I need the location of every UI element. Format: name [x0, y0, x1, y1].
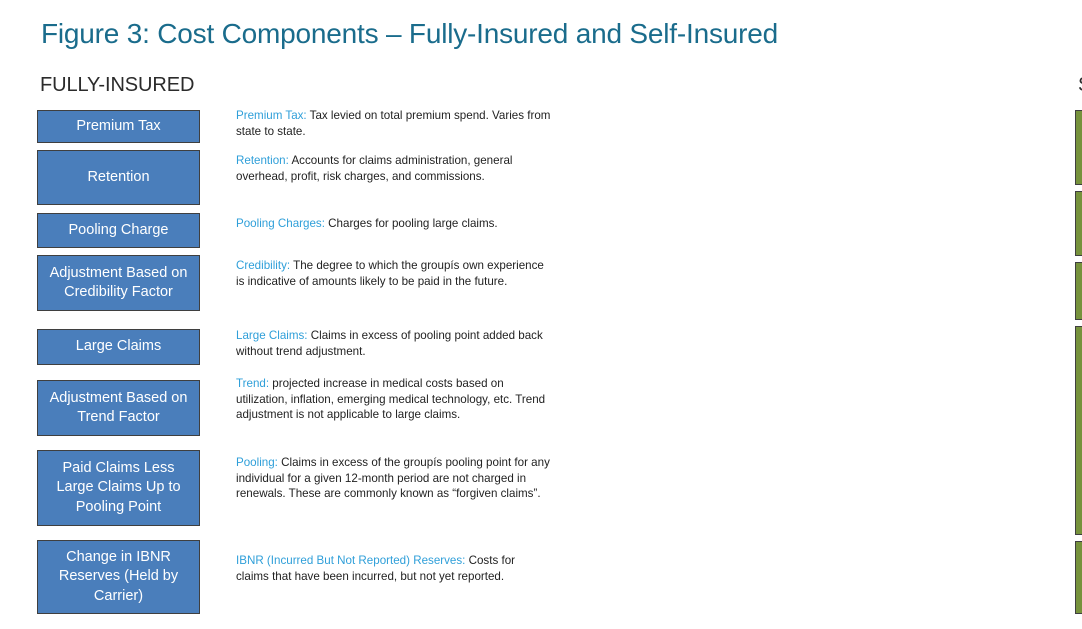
description-term: Credibility:: [236, 259, 291, 272]
description-pooling-charges: Pooling Charges: Charges for pooling lar…: [236, 216, 551, 232]
box-large-claims[interactable]: Large Claims: [37, 329, 200, 365]
description-large-claims: Large Claims: Claims in excess of poolin…: [236, 328, 551, 359]
box-paid-claims-less-large-claims[interactable]: Paid Claims Less Large Claims Up to Pool…: [37, 450, 200, 526]
description-term: Premium Tax:: [236, 109, 307, 122]
box-change-in-ibnr-reserves-carrier[interactable]: Change in IBNR Reserves (Held by Carrier…: [37, 540, 200, 614]
box-change-in-ibnr-reserves-employer[interactable]: Change in IBNR Reserves (Held by Employe…: [1075, 541, 1082, 614]
box-premium-tax[interactable]: Premium Tax: [37, 110, 200, 143]
box-label: Premium Tax: [76, 117, 161, 134]
box-label: Change in IBNR Reserves (Held by Carrier…: [58, 549, 179, 604]
description-term: Pooling Charges:: [236, 217, 325, 230]
box-label: Paid Claims Less Large Claims Up to Pool…: [56, 460, 181, 515]
description-term: Pooling:: [236, 456, 278, 469]
description-text: Claims in excess of the groupís pooling …: [236, 456, 550, 501]
description-term: IBNR (Incurred But Not Reported) Reserve…: [236, 554, 466, 567]
box-pooling-charge[interactable]: Pooling Charge: [37, 213, 200, 248]
self-insured-header: SELF-INSURED: [1078, 74, 1082, 97]
description-premium-tax: Premium Tax: Tax levied on total premium…: [236, 108, 551, 139]
description-text: Charges for pooling large claims.: [324, 217, 498, 230]
description-trend: Trend: projected increase in medical cos…: [236, 376, 551, 423]
figure-container: Figure 3: Cost Components – Fully-Insure…: [0, 0, 1082, 629]
fully-insured-header: FULLY-INSURED: [40, 74, 195, 96]
description-term: Retention:: [236, 154, 289, 167]
description-retention: Retention: Accounts for claims administr…: [236, 153, 551, 184]
box-label: Adjustment Based on Trend Factor: [49, 389, 188, 425]
description-text: projected increase in medical costs base…: [236, 377, 546, 422]
self-insured-column: SELF-INSURED Self-Insured Corridor (Opti…: [519, 0, 1082, 629]
box-administration[interactable]: Administration: [1075, 191, 1082, 256]
box-label: Retention: [87, 168, 150, 185]
box-label: Adjustment Based on Credibility Factor: [49, 264, 188, 300]
description-credibility: Credibility: The degree to which the gro…: [236, 258, 551, 289]
box-adjustment-credibility-factor[interactable]: Adjustment Based on Credibility Factor: [37, 255, 200, 311]
box-paid-claims[interactable]: Paid Claims: [1075, 326, 1082, 535]
description-term: Trend:: [236, 377, 270, 390]
box-label: Pooling Charge: [68, 221, 169, 238]
description-term: Large Claims:: [236, 329, 308, 342]
description-ibnr-reserves-carrier: IBNR (Incurred But Not Reported) Reserve…: [236, 553, 551, 584]
box-specific-aggregate-stop-loss-premium[interactable]: Specific/Aggregate Stop Loss Premium: [1075, 262, 1082, 320]
fully-insured-column: FULLY-INSURED Premium Tax Retention Pool…: [0, 0, 555, 629]
box-self-insured-corridor[interactable]: Self-Insured Corridor (Optional): [1075, 110, 1082, 185]
box-retention[interactable]: Retention: [37, 150, 200, 205]
box-adjustment-trend-factor[interactable]: Adjustment Based on Trend Factor: [37, 380, 200, 436]
box-label: Large Claims: [75, 338, 162, 355]
description-pooling: Pooling: Claims in excess of the groupís…: [236, 455, 551, 502]
